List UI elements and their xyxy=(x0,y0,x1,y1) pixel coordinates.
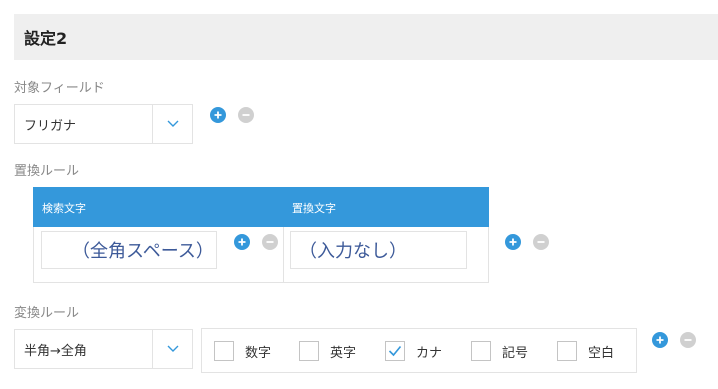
remove-row-button[interactable] xyxy=(262,234,278,250)
add-rule-button[interactable] xyxy=(505,234,521,250)
checkbox-box[interactable] xyxy=(214,341,234,361)
column-header-search: 検索文字 xyxy=(42,202,86,215)
remove-rule-button[interactable] xyxy=(533,234,549,250)
chevron-down-icon xyxy=(152,105,192,143)
add-row-button[interactable] xyxy=(234,234,250,250)
settings-header: 設定2 xyxy=(14,14,718,60)
convert-options-group: 数字 英字 カナ 記号 空白 xyxy=(201,328,637,373)
checkbox-spaces[interactable]: 空白 xyxy=(557,341,614,361)
checkbox-label: 記号 xyxy=(502,345,529,361)
search-text-input[interactable]: （全角スペース） xyxy=(41,231,217,269)
remove-field-button[interactable] xyxy=(238,107,254,123)
table-header: 検索文字 置換文字 xyxy=(33,187,489,227)
column-divider xyxy=(283,227,284,283)
checkbox-box[interactable] xyxy=(471,341,491,361)
checkbox-kana[interactable]: カナ xyxy=(385,341,442,361)
minus-icon xyxy=(242,114,250,116)
checkbox-box[interactable] xyxy=(557,341,577,361)
target-field-value: フリガナ xyxy=(24,118,77,134)
checkmark-icon xyxy=(388,345,402,357)
minus-icon xyxy=(537,241,545,243)
target-field-label: 対象フィールド xyxy=(14,81,105,96)
convert-mode-select[interactable]: 半角→全角 xyxy=(14,329,193,369)
plus-icon xyxy=(656,336,664,344)
checkbox-label: 空白 xyxy=(588,345,615,361)
plus-icon xyxy=(509,238,517,246)
minus-icon xyxy=(266,241,274,243)
convert-rules-label: 変換ルール xyxy=(14,306,80,321)
add-field-button[interactable] xyxy=(210,107,226,123)
checkbox-box[interactable] xyxy=(299,341,319,361)
checkbox-box[interactable] xyxy=(385,341,405,361)
checkbox-label: 数字 xyxy=(245,345,272,361)
convert-mode-value: 半角→全角 xyxy=(24,343,87,359)
plus-icon xyxy=(238,238,246,246)
page-title: 設定2 xyxy=(24,29,68,48)
column-header-replace: 置換文字 xyxy=(292,202,336,215)
remove-convert-rule-button[interactable] xyxy=(680,332,696,348)
add-convert-rule-button[interactable] xyxy=(652,332,668,348)
checkbox-symbols[interactable]: 記号 xyxy=(471,341,528,361)
checkbox-alphabet[interactable]: 英字 xyxy=(299,341,356,361)
checkbox-label: カナ xyxy=(416,345,443,361)
checkbox-digits[interactable]: 数字 xyxy=(214,341,271,361)
minus-icon xyxy=(684,339,692,341)
replace-text-input[interactable]: （入力なし） xyxy=(290,231,467,269)
target-field-select[interactable]: フリガナ xyxy=(14,104,193,144)
chevron-down-icon xyxy=(152,330,192,368)
checkbox-label: 英字 xyxy=(330,345,357,361)
replace-rules-label: 置換ルール xyxy=(14,164,80,179)
plus-icon xyxy=(214,111,222,119)
